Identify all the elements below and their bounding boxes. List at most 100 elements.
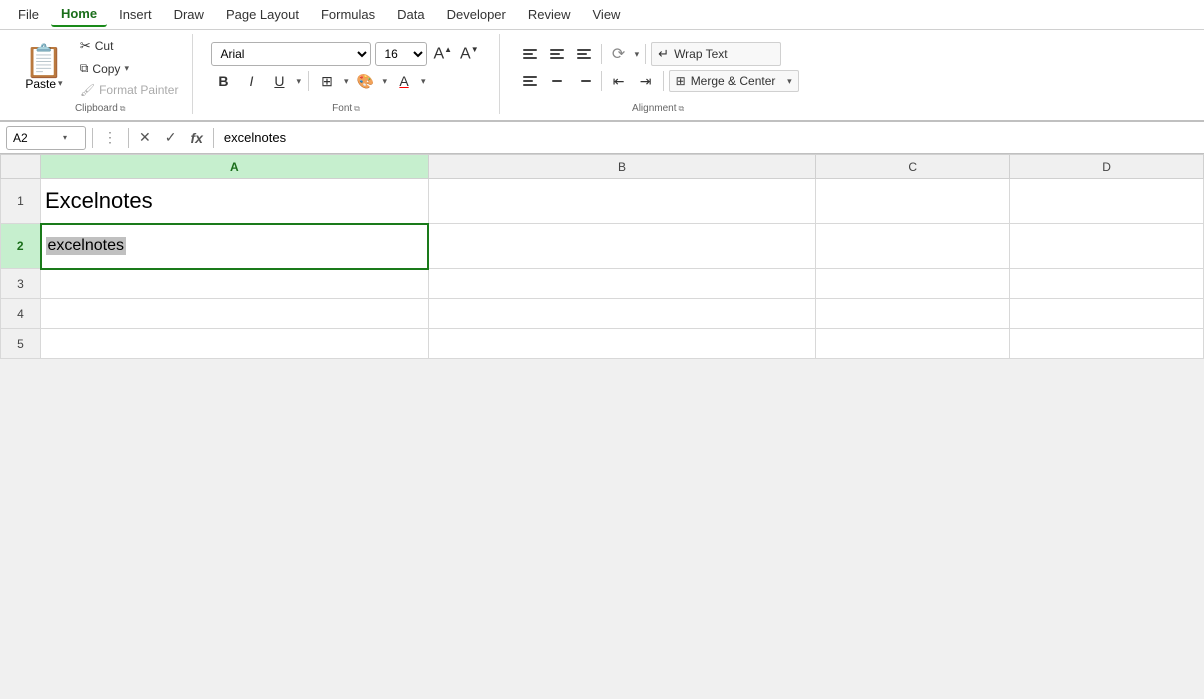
cell-b4[interactable]	[428, 299, 816, 329]
formula-bar: ▾ ⋮ ✕ ✓ fx	[0, 122, 1204, 154]
cell-ref-dropdown-icon[interactable]: ▾	[63, 133, 67, 142]
formula-cancel-button[interactable]: ✕	[135, 127, 155, 148]
cell-b1[interactable]	[428, 179, 816, 224]
paste-icon: 📋	[24, 45, 64, 77]
cell-a1[interactable]: Excelnotes	[41, 179, 429, 224]
font-separator1	[308, 71, 309, 91]
alignment-expand-icon[interactable]: ⧉	[679, 104, 685, 114]
italic-button[interactable]: I	[239, 69, 263, 93]
copy-button[interactable]: ⧉ Copy ▾	[76, 59, 183, 78]
cell-a2-content: excelnotes	[46, 237, 127, 255]
align-row2: ⇤ ⇥ ⊞ Merge & Center ▾	[518, 69, 799, 93]
font-size-decrease-button[interactable]: A▼	[458, 46, 481, 62]
menu-review[interactable]: Review	[518, 3, 581, 26]
borders-button[interactable]: ⊞	[315, 69, 339, 93]
cell-b5[interactable]	[428, 329, 816, 359]
cell-d4[interactable]	[1010, 299, 1204, 329]
formula-divider1	[92, 128, 93, 148]
fill-color-button[interactable]: 🎨	[354, 69, 378, 93]
align-center-button[interactable]	[545, 69, 569, 93]
bold-button[interactable]: B	[211, 69, 235, 93]
fill-color-dropdown-icon[interactable]: ▾	[382, 76, 389, 87]
font-label: Font	[332, 103, 352, 114]
col-header-d[interactable]: D	[1010, 155, 1204, 179]
formula-function-button[interactable]: fx	[186, 128, 206, 148]
clipboard-label: Clipboard	[75, 103, 118, 114]
cell-a3[interactable]	[41, 269, 429, 299]
cell-c1[interactable]	[816, 179, 1010, 224]
font-color-button[interactable]: A	[392, 69, 416, 93]
decrease-indent-button[interactable]: ⇤	[607, 69, 631, 93]
cell-a5[interactable]	[41, 329, 429, 359]
formula-options-icon[interactable]: ⋮	[99, 129, 122, 146]
cell-reference-input[interactable]	[13, 131, 63, 145]
font-expand-icon[interactable]: ⧉	[354, 104, 360, 114]
font-size-increase-button[interactable]: A▲	[431, 46, 454, 62]
menu-developer[interactable]: Developer	[437, 3, 516, 26]
clipboard-expand-icon[interactable]: ⧉	[120, 104, 126, 114]
cell-a4[interactable]	[41, 299, 429, 329]
cell-d5[interactable]	[1010, 329, 1204, 359]
cell-d3[interactable]	[1010, 269, 1204, 299]
align-middle-button[interactable]	[545, 42, 569, 66]
wrap-text-label: Wrap Text	[674, 47, 728, 61]
col-header-b[interactable]: B	[428, 155, 816, 179]
row-header-5: 5	[1, 329, 41, 359]
cell-c3[interactable]	[816, 269, 1010, 299]
formula-divider3	[213, 128, 214, 148]
cell-a2[interactable]: excelnotes	[41, 224, 429, 269]
text-orientation-button[interactable]: ⟳	[607, 42, 631, 66]
align-right-button[interactable]	[572, 69, 596, 93]
cell-c2[interactable]	[816, 224, 1010, 269]
formula-confirm-button[interactable]: ✓	[161, 127, 181, 148]
col-header-c[interactable]: C	[816, 155, 1010, 179]
copy-icon: ⧉	[80, 61, 89, 76]
align-left-button[interactable]	[518, 69, 542, 93]
cell-c5[interactable]	[816, 329, 1010, 359]
font-group: Arial 16 A▲ A▼ B I U ▾ ⊞ ▾ 🎨	[193, 34, 499, 114]
menu-file[interactable]: File	[8, 3, 49, 26]
merge-center-dropdown-icon[interactable]: ▾	[787, 76, 792, 87]
table-row: 5	[1, 329, 1204, 359]
paste-button[interactable]: 📋 Paste ▾	[18, 36, 70, 99]
increase-indent-button[interactable]: ⇥	[634, 69, 658, 93]
spreadsheet: A B C D 1 Excelnotes 2 excelnotes	[0, 154, 1204, 359]
row-header-1: 1	[1, 179, 41, 224]
cell-b2[interactable]	[428, 224, 816, 269]
menu-home[interactable]: Home	[51, 2, 107, 27]
copy-dropdown-icon[interactable]: ▾	[124, 63, 129, 74]
cell-b3[interactable]	[428, 269, 816, 299]
paste-dropdown-icon[interactable]: ▾	[58, 78, 63, 89]
cell-c4[interactable]	[816, 299, 1010, 329]
menu-view[interactable]: View	[583, 3, 631, 26]
row-header-2: 2	[1, 224, 41, 269]
merge-center-button[interactable]: ⊞ Merge & Center ▾	[669, 70, 799, 92]
align-separator3	[601, 71, 602, 91]
cell-d2[interactable]	[1010, 224, 1204, 269]
font-size-select[interactable]: 16	[375, 42, 427, 66]
orientation-dropdown-icon[interactable]: ▾	[634, 49, 641, 60]
menu-data[interactable]: Data	[387, 3, 434, 26]
format-painter-button[interactable]: 🖌 Format Painter	[76, 81, 183, 99]
align-top-button[interactable]	[518, 42, 542, 66]
underline-button[interactable]: U	[267, 69, 291, 93]
menu-draw[interactable]: Draw	[164, 3, 214, 26]
font-family-select[interactable]: Arial	[211, 42, 371, 66]
menu-page-layout[interactable]: Page Layout	[216, 3, 309, 26]
underline-dropdown-icon[interactable]: ▾	[295, 76, 302, 87]
row-header-4: 4	[1, 299, 41, 329]
menu-insert[interactable]: Insert	[109, 3, 162, 26]
wrap-text-button[interactable]: ↵ Wrap Text	[651, 42, 781, 66]
col-header-a[interactable]: A	[41, 155, 429, 179]
formula-content-input[interactable]	[220, 128, 1198, 147]
font-color-dropdown-icon[interactable]: ▾	[420, 76, 427, 87]
cut-button[interactable]: ✂ Cut	[76, 36, 183, 56]
align-bottom-button[interactable]	[572, 42, 596, 66]
formula-divider2	[128, 128, 129, 148]
cell-d1[interactable]	[1010, 179, 1204, 224]
menu-bar: File Home Insert Draw Page Layout Formul…	[0, 0, 1204, 30]
row-header-3: 3	[1, 269, 41, 299]
borders-dropdown-icon[interactable]: ▾	[343, 76, 350, 87]
cell-reference-box: ▾	[6, 126, 86, 150]
menu-formulas[interactable]: Formulas	[311, 3, 385, 26]
